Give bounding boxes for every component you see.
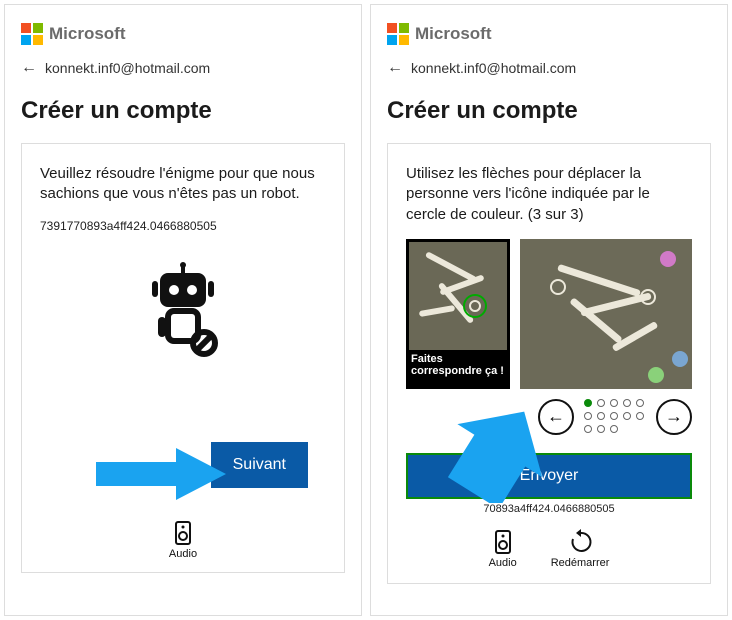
back-arrow-icon: ← <box>387 59 403 77</box>
audio-option[interactable]: Audio <box>489 529 517 569</box>
captcha-panel-step3: Microsoft ← konnekt.inf0@hotmail.com Cré… <box>370 4 728 616</box>
tutorial-arrow-icon <box>448 407 558 503</box>
captcha-instruction: Utilisez les flèches pour déplacer la pe… <box>406 164 692 225</box>
captcha-target-label: Faites correspondre ça ! <box>409 350 507 379</box>
account-email: konnekt.inf0@hotmail.com <box>45 60 210 76</box>
brand-text: Microsoft <box>49 24 126 44</box>
captcha-card: Utilisez les flèches pour déplacer la pe… <box>387 143 711 584</box>
microsoft-logo-icon <box>21 23 43 45</box>
back-arrow-icon: ← <box>21 59 37 77</box>
captcha-image-row: Faites correspondre ça ! <box>406 239 692 389</box>
restart-label: Redémarrer <box>551 557 610 569</box>
next-arrow-button[interactable]: → <box>656 399 692 435</box>
robot-icon <box>140 261 226 361</box>
captcha-card: Veuillez résoudre l'énigme pour que nous… <box>21 143 345 573</box>
audio-label: Audio <box>489 557 517 569</box>
page-title: Créer un compte <box>387 97 711 125</box>
captcha-target-image <box>409 242 507 350</box>
brand-row: Microsoft <box>387 23 711 45</box>
pager-dots <box>584 399 646 435</box>
captcha-code: 7391770893a4ff424.0466880505 <box>40 219 326 233</box>
speaker-icon <box>172 520 194 546</box>
brand-text: Microsoft <box>415 24 492 44</box>
microsoft-logo-icon <box>387 23 409 45</box>
captcha-main-image[interactable] <box>520 239 692 389</box>
back-identity-row[interactable]: ← konnekt.inf0@hotmail.com <box>21 59 345 77</box>
arrow-right-icon: → <box>665 406 683 427</box>
captcha-code: 70893a4ff424.0466880505 <box>406 503 692 515</box>
back-identity-row[interactable]: ← konnekt.inf0@hotmail.com <box>387 59 711 77</box>
captcha-instruction: Veuillez résoudre l'énigme pour que nous… <box>40 164 326 205</box>
robot-illustration <box>40 261 326 366</box>
captcha-target-box: Faites correspondre ça ! <box>406 239 510 389</box>
audio-option[interactable]: Audio <box>169 520 197 560</box>
captcha-footer: Audio Redémarrer <box>406 529 692 569</box>
restart-icon <box>569 529 591 555</box>
speaker-icon <box>492 529 514 555</box>
page-title: Créer un compte <box>21 97 345 125</box>
captcha-panel-step1: Microsoft ← konnekt.inf0@hotmail.com Cré… <box>4 4 362 616</box>
captcha-footer: Audio <box>22 520 344 560</box>
brand-row: Microsoft <box>21 23 345 45</box>
restart-option[interactable]: Redémarrer <box>551 529 610 569</box>
audio-label: Audio <box>169 548 197 560</box>
account-email: konnekt.inf0@hotmail.com <box>411 60 576 76</box>
tutorial-arrow-icon <box>96 448 226 500</box>
